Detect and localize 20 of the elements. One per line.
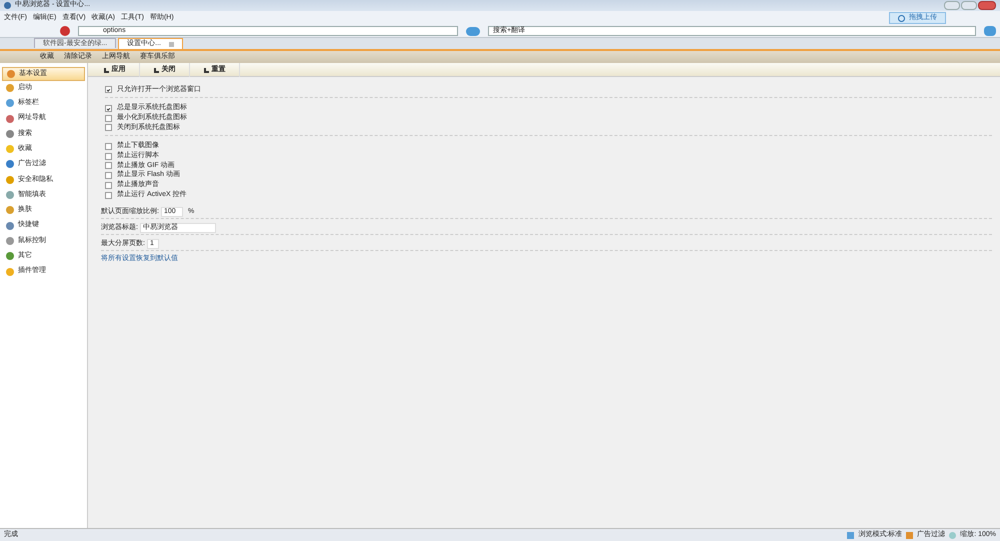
checkbox[interactable] [105,172,112,180]
go-icon[interactable] [466,26,480,36]
checkbox[interactable] [105,86,112,94]
checkbox[interactable] [105,124,112,132]
checkbox[interactable] [105,162,112,170]
checkbox[interactable] [105,152,112,160]
checkbox[interactable] [105,192,112,199]
zoom-icon [949,532,956,538]
checkbox[interactable] [105,105,112,112]
close-button[interactable] [978,1,996,10]
minimize-button[interactable] [944,1,960,10]
app-icon [4,2,11,9]
checkbox[interactable] [105,143,112,150]
mode-icon [847,532,854,538]
checkbox[interactable] [105,182,112,189]
search-icon[interactable] [984,26,996,36]
filter-icon [906,532,914,538]
checkbox[interactable] [105,114,112,122]
back-icon[interactable] [60,26,70,36]
close-icon[interactable] [169,42,174,46]
